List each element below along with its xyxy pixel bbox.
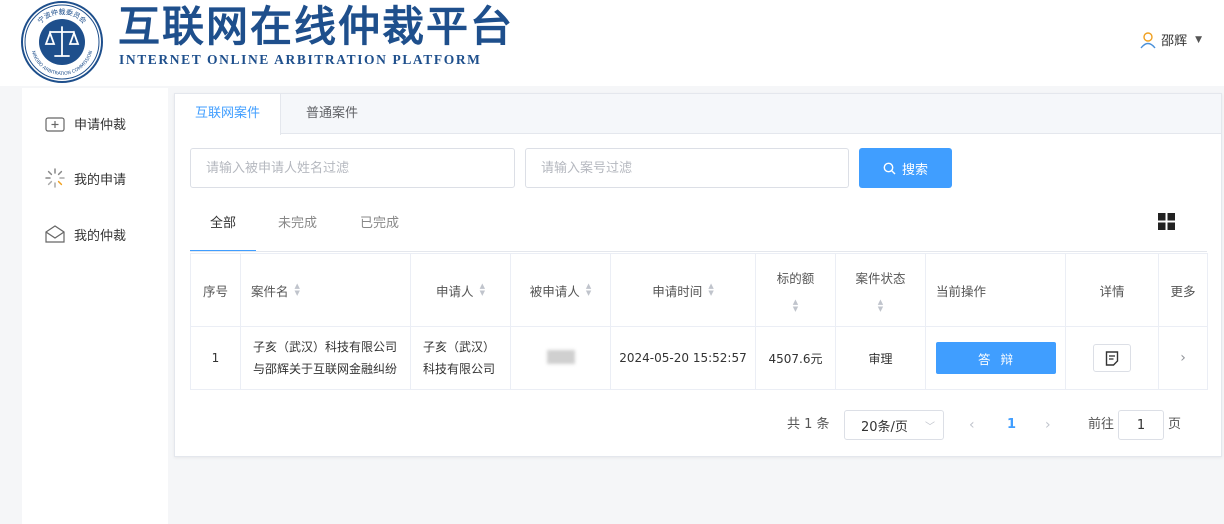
sort-icon[interactable]: ▲ ▼ — [793, 298, 798, 313]
goto-suffix: 页 — [1168, 417, 1182, 432]
pagination-total: 共 1 条 — [787, 417, 830, 432]
next-page-button[interactable]: › — [1045, 410, 1051, 440]
tab-status-incomplete[interactable]: 未完成 — [278, 204, 317, 252]
user-name: 邵辉 — [1161, 34, 1188, 49]
tab-divider — [190, 251, 1207, 252]
spinner-icon — [45, 168, 65, 188]
col-respondent[interactable]: 被申请人 ▲ ▼ — [510, 253, 611, 327]
respondent-filter-input[interactable] — [190, 148, 515, 188]
cell-status: 审理 — [835, 326, 926, 390]
page-size-select[interactable]: 20条/页 ﹀ — [844, 410, 944, 440]
cell-index: 1 — [190, 326, 241, 390]
col-applicant[interactable]: 申请人 ▲ ▼ — [410, 253, 511, 327]
search-button[interactable]: 搜索 — [859, 148, 952, 188]
search-button-label: 搜索 — [901, 162, 928, 178]
case-number-filter-input[interactable] — [525, 148, 849, 188]
cell-apply-time: 2024-05-20 15:52:57 — [610, 326, 756, 390]
chevron-down-icon: ﹀ — [925, 421, 935, 433]
sidebar-item-label: 申请仲裁 — [74, 117, 127, 133]
goto-page-input[interactable] — [1118, 410, 1164, 440]
tab-internet-cases[interactable]: 互联网案件 — [175, 94, 282, 135]
col-status[interactable]: 案件状态 ▲ ▼ — [835, 253, 926, 327]
cell-detail — [1065, 326, 1159, 390]
header: 宁波仲裁委员会 NINGBO ARBITRATION COMMISSION 互联… — [0, 0, 1224, 86]
col-more: 更多 — [1158, 253, 1208, 327]
sidebar-item-my-applications[interactable]: 我的申请 — [44, 167, 126, 189]
col-index: 序号 — [190, 253, 241, 327]
sidebar-item-label: 我的申请 — [74, 172, 127, 188]
sidebar-item-label: 我的仲裁 — [74, 228, 127, 244]
sort-icon[interactable]: ▲ ▼ — [878, 298, 883, 313]
sidebar: 申请仲裁 我的申请 我的仲裁 — [22, 88, 168, 524]
arbitration-seal-logo: 宁波仲裁委员会 NINGBO ARBITRATION COMMISSION — [21, 1, 103, 83]
user-menu[interactable]: 邵辉 ▼ — [1139, 30, 1202, 49]
sort-icon[interactable]: ▲ ▼ — [708, 283, 713, 297]
tab-status-complete[interactable]: 已完成 — [360, 204, 399, 252]
sidebar-item-my-arbitrations[interactable]: 我的仲裁 — [44, 223, 126, 245]
mail-icon — [45, 225, 65, 243]
col-detail: 详情 — [1065, 253, 1159, 327]
cell-case-name: 子亥（武汉）科技有限公司 与邵辉关于互联网金融纠纷 — [240, 326, 411, 390]
caret-down-icon: ▼ — [1195, 34, 1202, 45]
detail-button[interactable] — [1093, 344, 1131, 372]
document-icon — [1105, 350, 1119, 366]
plus-box-icon — [45, 117, 65, 132]
search-icon — [883, 162, 896, 174]
table-row: 1 子亥（武汉）科技有限公司 与邵辉关于互联网金融纠纷 子亥（武汉） 科技有限公司 … — [190, 326, 1208, 390]
grid-view-icon[interactable] — [1158, 213, 1175, 230]
case-type-tabs: 互联网案件 普通案件 — [175, 94, 1221, 135]
sidebar-item-apply[interactable]: 申请仲裁 — [44, 112, 126, 134]
tab-status-all[interactable]: 全部 — [190, 204, 257, 252]
main-panel: 互联网案件 普通案件 搜索 全部 未完成 已完成 序号 案件名▲▼ 申请人▲▼ … — [174, 93, 1222, 457]
sort-icon[interactable]: ▲ ▼ — [586, 283, 591, 297]
cell-current-action: 答辩 — [925, 326, 1066, 390]
col-case-name[interactable]: 案件名 ▲ ▼ — [240, 253, 411, 327]
chevron-right-icon[interactable]: › — [1180, 350, 1186, 366]
reply-button[interactable]: 答辩 — [935, 342, 1056, 374]
prev-page-button[interactable]: ‹ — [969, 410, 975, 440]
sort-icon[interactable]: ▲ ▼ — [295, 283, 300, 297]
redacted-respondent — [546, 349, 575, 364]
cell-respondent — [510, 326, 611, 390]
goto-label: 前往 — [1088, 417, 1115, 432]
cell-more[interactable]: › — [1158, 326, 1208, 390]
page-size-value: 20条/页 — [861, 419, 908, 435]
col-current-action: 当前操作 — [925, 253, 1066, 327]
cell-amount: 4507.6元 — [755, 326, 836, 390]
col-amount[interactable]: 标的额 ▲ ▼ — [755, 253, 836, 327]
tab-regular-cases[interactable]: 普通案件 — [286, 94, 378, 134]
platform-title-en: INTERNET ONLINE ARBITRATION PLATFORM — [119, 52, 482, 67]
current-page-number[interactable]: 1 — [1007, 410, 1016, 440]
sort-icon[interactable]: ▲ ▼ — [480, 283, 485, 297]
platform-title: 互联网在线仲裁平台 — [118, 2, 515, 51]
col-apply-time[interactable]: 申请时间 ▲ ▼ — [610, 253, 756, 327]
cell-applicant: 子亥（武汉） 科技有限公司 — [410, 326, 511, 390]
table-header-row: 序号 案件名 ▲ ▼ 申请人 ▲ ▼ 被申请人 ▲ ▼ 申请时间 ▲ ▼ 标的额 ▲ ▼ 案件状态 ▲… — [190, 253, 1208, 327]
user-icon — [1140, 31, 1156, 48]
cases-table: 序号 案件名 ▲ ▼ 申请人 ▲ ▼ 被申请人 ▲ ▼ 申请时间 ▲ ▼ 标的额 ▲ ▼ 案件状态 ▲… — [190, 253, 1208, 390]
